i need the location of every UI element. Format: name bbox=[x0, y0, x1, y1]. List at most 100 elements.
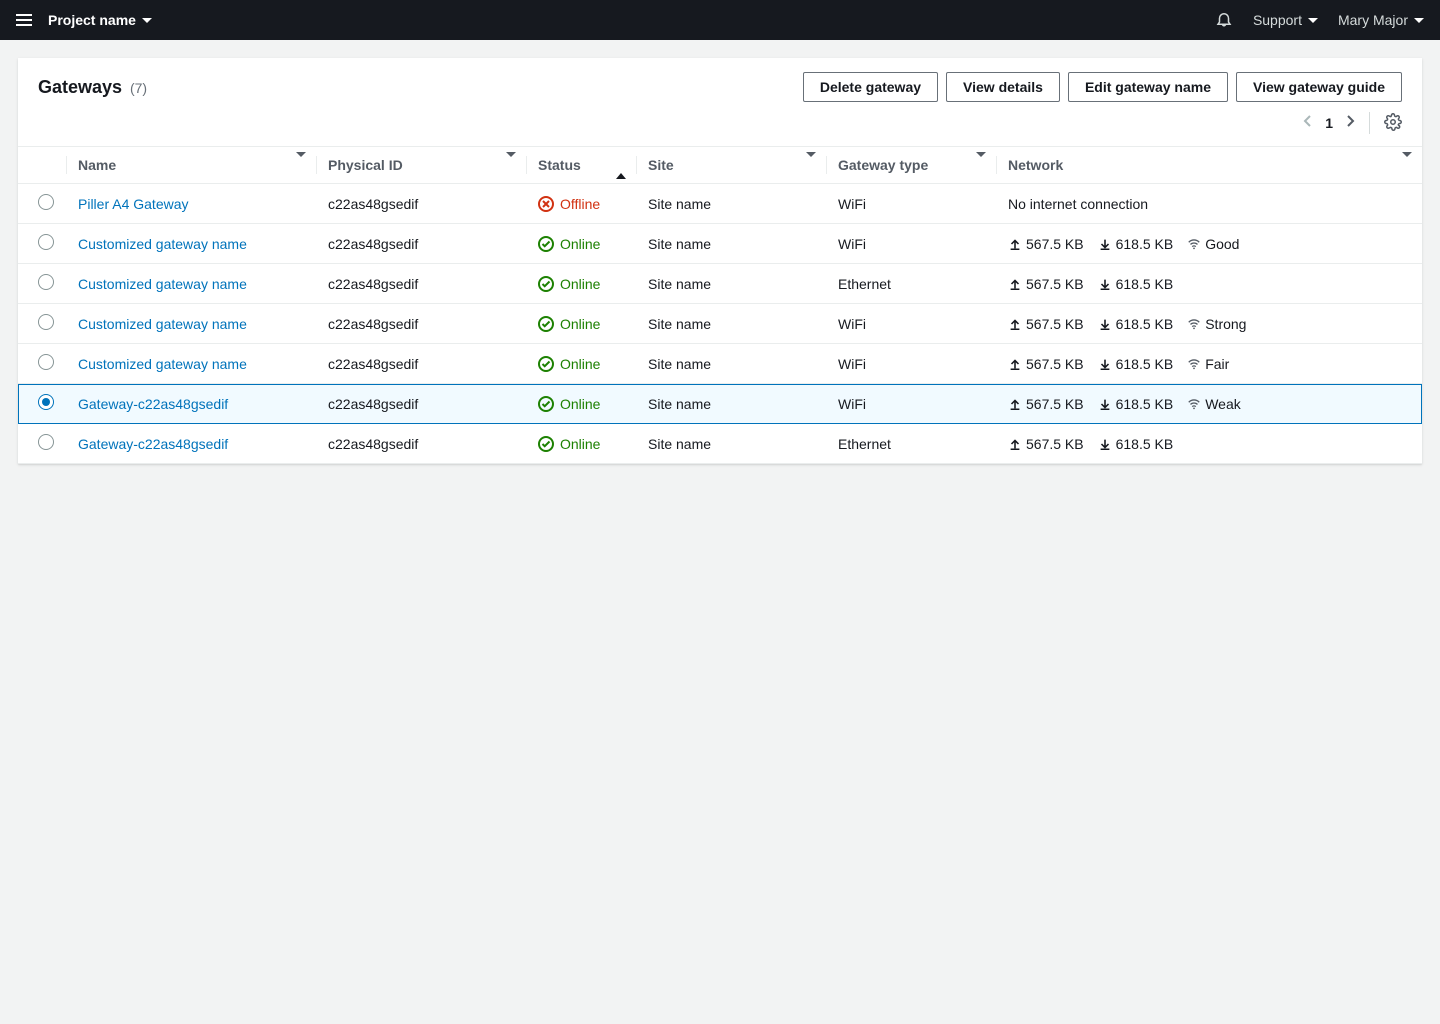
col-type-label: Gateway type bbox=[838, 157, 928, 173]
gateway-type: Ethernet bbox=[826, 424, 996, 464]
panel-header: Gateways (7) Delete gateway View details… bbox=[18, 58, 1422, 112]
row-select-radio[interactable] bbox=[38, 314, 54, 330]
gateway-name-link[interactable]: Customized gateway name bbox=[78, 276, 247, 292]
gateway-type: WiFi bbox=[826, 304, 996, 344]
project-dropdown[interactable]: Project name bbox=[48, 12, 152, 28]
table-row[interactable]: Customized gateway name c22as48gsedif Onli… bbox=[18, 344, 1422, 384]
table-row[interactable]: Customized gateway namec22as48gsedifOnli… bbox=[18, 224, 1422, 264]
physical-id: c22as48gsedif bbox=[316, 344, 526, 384]
status-badge: Online bbox=[538, 436, 624, 452]
table-row[interactable]: Piller A4 Gatewayc22as48gsedifOfflineSit… bbox=[18, 184, 1422, 224]
top-nav: Project name Support Mary Major bbox=[0, 0, 1440, 40]
table-row[interactable]: Customized gateway namec22as48gsedifOnli… bbox=[18, 304, 1422, 344]
notifications-icon[interactable] bbox=[1215, 10, 1233, 31]
network-cell: 567.5 KB618.5 KBStrong bbox=[996, 304, 1422, 344]
site-name: Site name bbox=[636, 264, 826, 304]
gateway-name-link[interactable]: Gateway-c22as48gsedif bbox=[78, 436, 228, 452]
sort-asc-icon bbox=[616, 157, 626, 173]
gateway-name-link[interactable]: Customized gateway name bbox=[78, 356, 247, 372]
prev-page-button[interactable] bbox=[1303, 114, 1313, 133]
user-dropdown[interactable]: Mary Major bbox=[1338, 12, 1424, 28]
check-circle-icon bbox=[538, 316, 554, 332]
check-circle-icon bbox=[538, 276, 554, 292]
site-name: Site name bbox=[636, 344, 826, 384]
support-label: Support bbox=[1253, 12, 1302, 28]
gateway-type: WiFi bbox=[826, 384, 996, 424]
view-gateway-guide-button[interactable]: View gateway guide bbox=[1236, 72, 1402, 102]
caret-down-icon bbox=[1414, 18, 1424, 23]
row-select-radio[interactable] bbox=[38, 194, 54, 210]
row-select-radio[interactable] bbox=[38, 274, 54, 290]
status-badge: Offline bbox=[538, 196, 624, 212]
col-status[interactable]: Status bbox=[526, 147, 636, 184]
next-page-button[interactable] bbox=[1345, 114, 1355, 133]
check-circle-icon bbox=[538, 436, 554, 452]
edit-gateway-name-button[interactable]: Edit gateway name bbox=[1068, 72, 1228, 102]
gateway-name-link[interactable]: Gateway-c22as48gsedif bbox=[78, 396, 228, 412]
table-row[interactable]: Customized gateway name c22as48gsedif Onli… bbox=[18, 264, 1422, 304]
upload-icon bbox=[1008, 397, 1022, 411]
settings-icon[interactable] bbox=[1384, 113, 1402, 134]
network-cell: 567.5 KB618.5 KBFair bbox=[996, 344, 1422, 384]
physical-id: c22as48gsedif bbox=[316, 384, 526, 424]
download-icon bbox=[1098, 237, 1112, 251]
col-physical-id[interactable]: Physical ID bbox=[316, 147, 526, 184]
table-row[interactable]: Gateway-c22as48gsedif c22as48gsedif Online… bbox=[18, 424, 1422, 464]
table-row[interactable]: Gateway-c22as48gsedifc22as48gsedifOnline… bbox=[18, 384, 1422, 424]
gateway-name-link[interactable]: Customized gateway name bbox=[78, 236, 247, 252]
col-site-label: Site bbox=[648, 157, 674, 173]
sort-icon bbox=[976, 157, 986, 173]
row-select-radio[interactable] bbox=[38, 354, 54, 370]
gateway-type: Ethernet bbox=[826, 264, 996, 304]
check-circle-icon bbox=[538, 356, 554, 372]
x-circle-icon bbox=[538, 196, 554, 212]
view-details-button[interactable]: View details bbox=[946, 72, 1060, 102]
sort-icon bbox=[506, 157, 516, 173]
upload-stat: 567.5 KB bbox=[1008, 276, 1084, 292]
status-badge: Online bbox=[538, 356, 624, 372]
wifi-icon bbox=[1187, 397, 1201, 411]
wifi-icon bbox=[1187, 317, 1201, 331]
upload-stat: 567.5 KB bbox=[1008, 436, 1084, 452]
gateway-name-link[interactable]: Customized gateway name bbox=[78, 316, 247, 332]
support-dropdown[interactable]: Support bbox=[1253, 12, 1318, 28]
network-cell: 567.5 KB618.5 KBWeak bbox=[996, 384, 1422, 424]
upload-stat: 567.5 KB bbox=[1008, 356, 1084, 372]
download-stat: 618.5 KB bbox=[1098, 276, 1174, 292]
gateway-type: WiFi bbox=[826, 184, 996, 224]
download-stat: 618.5 KB bbox=[1098, 356, 1174, 372]
col-name[interactable]: Name bbox=[66, 147, 316, 184]
col-site[interactable]: Site bbox=[636, 147, 826, 184]
caret-down-icon bbox=[142, 18, 152, 23]
row-select-radio[interactable] bbox=[38, 394, 54, 410]
col-gateway-type[interactable]: Gateway type bbox=[826, 147, 996, 184]
download-icon bbox=[1098, 277, 1112, 291]
hamburger-icon[interactable] bbox=[16, 14, 32, 26]
col-select bbox=[18, 147, 66, 184]
upload-stat: 567.5 KB bbox=[1008, 236, 1084, 252]
signal-strength: Weak bbox=[1187, 396, 1241, 412]
download-stat: 618.5 KB bbox=[1098, 236, 1174, 252]
col-network[interactable]: Network bbox=[996, 147, 1422, 184]
wifi-icon bbox=[1187, 357, 1201, 371]
physical-id: c22as48gsedif bbox=[316, 264, 526, 304]
sort-icon bbox=[296, 157, 306, 173]
delete-gateway-button[interactable]: Delete gateway bbox=[803, 72, 938, 102]
site-name: Site name bbox=[636, 384, 826, 424]
download-icon bbox=[1098, 397, 1112, 411]
caret-down-icon bbox=[1308, 18, 1318, 23]
row-select-radio[interactable] bbox=[38, 234, 54, 250]
status-badge: Online bbox=[538, 276, 624, 292]
upload-icon bbox=[1008, 437, 1022, 451]
page-title: Gateways (7) bbox=[38, 77, 147, 98]
site-name: Site name bbox=[636, 304, 826, 344]
page-number: 1 bbox=[1325, 115, 1333, 131]
network-cell: No internet connection bbox=[996, 184, 1422, 224]
gateway-name-link[interactable]: Piller A4 Gateway bbox=[78, 196, 189, 212]
status-badge: Online bbox=[538, 236, 624, 252]
site-name: Site name bbox=[636, 224, 826, 264]
row-select-radio[interactable] bbox=[38, 434, 54, 450]
physical-id: c22as48gsedif bbox=[316, 424, 526, 464]
network-cell: 567.5 KB618.5 KBGood bbox=[996, 224, 1422, 264]
download-icon bbox=[1098, 317, 1112, 331]
